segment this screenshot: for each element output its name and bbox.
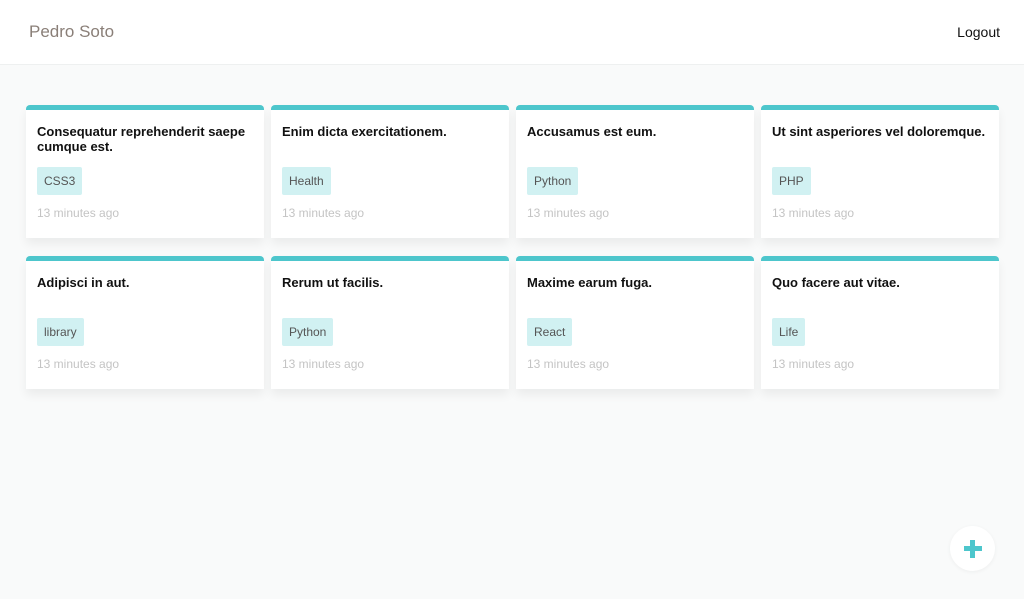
tag-badge[interactable]: React xyxy=(527,318,573,346)
tag-badge[interactable]: library xyxy=(37,318,84,346)
card-title: Quo facere aut vitae. xyxy=(772,275,900,290)
card-grid: Consequatur reprehenderit saepe cumque e… xyxy=(26,105,999,389)
note-card[interactable]: Quo facere aut vitae. Life 13 minutes ago xyxy=(761,256,999,389)
card-title: Accusamus est eum. xyxy=(527,124,657,139)
card-time: 13 minutes ago xyxy=(527,357,610,371)
note-card[interactable]: Accusamus est eum. Python 13 minutes ago xyxy=(516,105,754,238)
note-card[interactable]: Consequatur reprehenderit saepe cumque e… xyxy=(26,105,264,238)
card-time: 13 minutes ago xyxy=(772,357,855,371)
tag-badge[interactable]: Python xyxy=(527,167,579,195)
card-time: 13 minutes ago xyxy=(37,206,120,220)
card-title: Rerum ut facilis. xyxy=(282,275,384,290)
plus-icon xyxy=(963,539,982,558)
tag-badge[interactable]: Life xyxy=(772,318,806,346)
note-card[interactable]: Ut sint asperiores vel doloremque. PHP 13 … xyxy=(761,105,999,238)
card-title: Ut sint asperiores vel doloremque. xyxy=(772,124,986,139)
card-time: 13 minutes ago xyxy=(527,206,610,220)
card-time: 13 minutes ago xyxy=(282,206,365,220)
brand-link[interactable]: Pedro Soto xyxy=(29,22,114,42)
tag-badge[interactable]: PHP xyxy=(772,167,811,195)
card-title: Enim dicta exercitationem. xyxy=(282,124,447,139)
tag-badge[interactable]: Python xyxy=(282,318,334,346)
tag-badge[interactable]: CSS3 xyxy=(37,167,83,195)
card-title: Maxime earum fuga. xyxy=(527,275,652,290)
card-time: 13 minutes ago xyxy=(282,357,365,371)
card-time: 13 minutes ago xyxy=(37,357,120,371)
header: Pedro Soto Logout xyxy=(0,0,1024,65)
add-note-button[interactable] xyxy=(950,526,995,571)
logout-link[interactable]: Logout xyxy=(957,24,1000,40)
note-card[interactable]: Adipisci in aut. library 13 minutes ago xyxy=(26,256,264,389)
card-title: Adipisci in aut. xyxy=(37,275,130,290)
card-time: 13 minutes ago xyxy=(772,206,855,220)
tag-badge[interactable]: Health xyxy=(282,167,331,195)
note-card[interactable]: Rerum ut facilis. Python 13 minutes ago xyxy=(271,256,509,389)
card-title: Consequatur reprehenderit saepe cumque e… xyxy=(37,124,246,154)
note-card[interactable]: Maxime earum fuga. React 13 minutes ago xyxy=(516,256,754,389)
note-card[interactable]: Enim dicta exercitationem. Health 13 minut… xyxy=(271,105,509,238)
